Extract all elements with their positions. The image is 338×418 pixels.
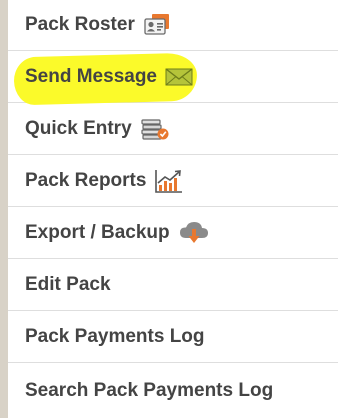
pack-menu: Pack Roster Send Message Quick Entry Pac… bbox=[8, 0, 338, 418]
menu-item-pack-roster[interactable]: Pack Roster bbox=[8, 0, 338, 51]
menu-item-label: Quick Entry bbox=[25, 117, 132, 139]
menu-item-label: Send Message bbox=[25, 65, 157, 87]
menu-item-label: Search Pack Payments Log bbox=[25, 379, 274, 401]
stacked-books-icon bbox=[140, 117, 170, 141]
left-rule bbox=[0, 0, 8, 418]
menu-item-label: Export / Backup bbox=[25, 221, 170, 243]
menu-item-pack-payments-log[interactable]: Pack Payments Log bbox=[8, 311, 338, 363]
menu-item-export-backup[interactable]: Export / Backup bbox=[8, 207, 338, 259]
cloud-download-icon bbox=[178, 220, 210, 246]
chart-report-icon bbox=[154, 168, 184, 194]
menu-item-send-message[interactable]: Send Message bbox=[8, 51, 338, 106]
menu-item-pack-reports[interactable]: Pack Reports bbox=[8, 155, 338, 207]
menu-item-label: Edit Pack bbox=[25, 273, 111, 295]
envelope-icon bbox=[165, 67, 193, 87]
menu-item-search-pack-payments-log[interactable]: Search Pack Payments Log bbox=[8, 363, 338, 418]
menu-item-label: Pack Payments Log bbox=[25, 325, 205, 347]
menu-item-quick-entry[interactable]: Quick Entry bbox=[8, 103, 338, 155]
roster-card-icon bbox=[143, 13, 171, 37]
side-menu-frame: Pack Roster Send Message Quick Entry Pac… bbox=[0, 0, 338, 418]
menu-item-edit-pack[interactable]: Edit Pack bbox=[8, 259, 338, 311]
menu-item-label: Pack Roster bbox=[25, 14, 135, 35]
menu-item-label: Pack Reports bbox=[25, 169, 147, 191]
